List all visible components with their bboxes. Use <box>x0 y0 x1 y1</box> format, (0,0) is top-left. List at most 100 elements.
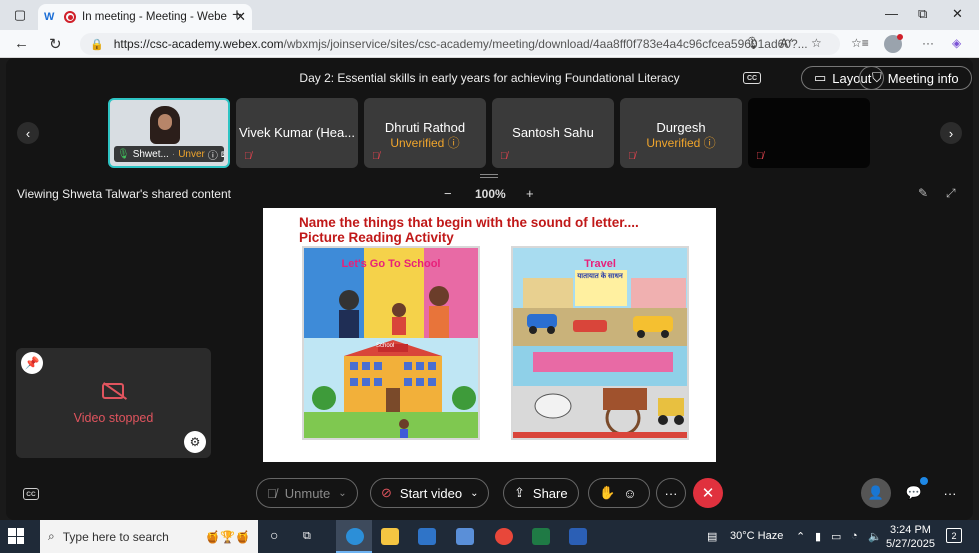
mic-muted-icon: 🎙̸ <box>267 485 277 501</box>
participant-tile[interactable]: Dhruti Rathod Unverified ⓘ 🎙̸ <box>364 98 486 168</box>
picture-title: Let's Go To School <box>341 258 441 270</box>
word-icon[interactable] <box>569 528 587 545</box>
fullscreen-icon[interactable]: ⤢ <box>946 186 956 201</box>
share-icon: ⇪ <box>514 485 525 500</box>
refresh-icon[interactable]: ↻ <box>49 35 62 53</box>
participant-tile-self[interactable]: 🎙 Shwet... · Unver ⓘ ⧈ <box>108 98 230 168</box>
address-bar-row: ← ↻ 🔒 https://csc-academy.webex.com /wbx… <box>0 30 979 58</box>
participant-tile[interactable]: 🎙̸ <box>748 98 870 168</box>
recording-icon <box>64 11 76 23</box>
gear-icon[interactable]: ⚙ <box>184 431 206 453</box>
participant-name: Santosh Sahu <box>512 125 594 140</box>
browser-tab-bar: ▢ W In meeting - Meeting - Webe ✕ + — ⧉ … <box>0 0 979 30</box>
participant-tile[interactable]: Durgesh Unverified ⓘ 🎙̸ <box>620 98 742 168</box>
tray-overflow-icon[interactable]: ⌃ <box>796 530 805 543</box>
profile-avatar[interactable] <box>884 34 903 53</box>
tab-title: In meeting - Meeting - Webe <box>82 11 227 23</box>
unverified-label: Unverified ⓘ <box>390 136 460 150</box>
video-off-icon: ⊘ <box>381 485 392 500</box>
cortana-icon[interactable]: ○ <box>270 527 278 543</box>
volume-icon[interactable]: 🔈 <box>868 530 882 543</box>
store-icon[interactable] <box>456 528 474 545</box>
chrome-icon[interactable] <box>495 528 513 545</box>
start-button[interactable] <box>8 528 24 544</box>
mic-on-icon: 🎙 <box>117 148 130 160</box>
network-icon[interactable]: ▭ <box>831 530 841 543</box>
mail-icon[interactable] <box>418 528 436 545</box>
zoom-out-button[interactable]: − <box>444 186 452 201</box>
reactions-group: ✋ ☺ <box>588 478 650 508</box>
task-view-icon[interactable]: ⧉ <box>303 530 311 543</box>
taskbar-search[interactable]: ⌕ Type here to search 🍯🏆🍯 <box>40 520 258 553</box>
mic-muted-icon: 🎙̸ <box>372 151 380 162</box>
more-panels-button[interactable]: ··· <box>935 478 965 508</box>
participant-tile[interactable]: Vivek Kumar (Hea... 🎙̸ <box>236 98 358 168</box>
resize-handle[interactable] <box>480 174 498 178</box>
pin-icon[interactable]: 📌 <box>21 352 43 374</box>
unverified-label: Unverified ⓘ <box>646 136 716 150</box>
back-icon[interactable]: ← <box>14 35 29 52</box>
tab-actions-icon[interactable]: ▢ <box>5 0 35 30</box>
video-status: Video stopped <box>73 411 154 425</box>
favorites-icon[interactable]: ☆≡ <box>851 36 869 50</box>
chevron-down-icon[interactable]: ⌄ <box>470 488 478 499</box>
search-highlight-icon: 🍯🏆🍯 <box>205 529 250 544</box>
unmute-button[interactable]: 🎙̸ Unmute ⌄ <box>256 478 358 508</box>
search-placeholder: Type here to search <box>62 529 169 544</box>
start-video-button[interactable]: ⊘ Start video ⌄ <box>370 478 490 508</box>
share-button[interactable]: ⇪ Share <box>503 478 579 508</box>
zoom-in-button[interactable]: + <box>526 186 534 201</box>
self-video-panel: 📌 Video stopped ⚙ <box>16 348 211 458</box>
mic-muted-icon: 🎙̸ <box>628 151 636 162</box>
picture-title: Travel <box>584 258 616 270</box>
annotate-icon[interactable]: ✎ <box>918 186 928 200</box>
copilot-icon[interactable]: ◈ <box>952 36 961 50</box>
raise-hand-icon[interactable]: ✋ <box>599 485 615 501</box>
next-participants-button[interactable]: › <box>940 122 962 144</box>
more-options-button[interactable]: ··· <box>656 478 686 508</box>
edge-icon <box>346 528 364 545</box>
lock-icon: 🔒 <box>90 38 104 51</box>
slide-subheading: Picture Reading Activity <box>299 230 454 245</box>
clock-date: 5/27/2025 <box>886 538 935 550</box>
url-field[interactable]: 🔒 https://csc-academy.webex.com /wbxmjs/… <box>80 33 840 55</box>
clock-time: 3:24 PM <box>889 524 931 536</box>
new-tab-button[interactable]: + <box>232 5 242 25</box>
video-off-icon <box>102 383 124 399</box>
minimize-icon[interactable]: — <box>885 6 898 21</box>
url-host: https://csc-academy.webex.com <box>113 37 284 51</box>
closed-captions-icon[interactable]: CC <box>743 72 761 84</box>
close-window-icon[interactable]: ✕ <box>952 6 963 22</box>
start-video-label: Start video <box>399 485 463 501</box>
location-icon[interactable]: ◔ <box>851 530 858 542</box>
meeting-info-button[interactable]: ⛉ Meeting info <box>859 66 972 90</box>
favorite-star-icon[interactable]: ☆ <box>811 36 822 50</box>
participant-video <box>150 106 180 144</box>
participants-button[interactable]: 👤 <box>861 478 891 508</box>
school-sign: School <box>376 343 395 349</box>
usb-icon[interactable]: ▮ <box>815 530 821 543</box>
weather-text[interactable]: 30°C Haze <box>730 530 783 542</box>
leave-meeting-button[interactable]: ✕ <box>693 478 723 508</box>
participant-label: 🎙 Shwet... · Unver ⓘ ⧈ <box>114 146 224 162</box>
browser-tab[interactable]: W In meeting - Meeting - Webe ✕ <box>38 4 252 30</box>
taskbar-clock[interactable]: 3:24 PM 5/27/2025 <box>886 523 935 551</box>
notifications-icon[interactable]: 2 <box>946 528 962 543</box>
file-explorer-icon[interactable] <box>381 528 399 545</box>
read-aloud-icon[interactable]: Aᐟ <box>780 36 793 50</box>
prev-participants-button[interactable]: ‹ <box>17 122 39 144</box>
travel-picture: Travel यातायात के साधन <box>511 246 689 440</box>
more-menu-icon[interactable]: ··· <box>922 36 934 50</box>
weather-icon[interactable]: ▤ <box>707 530 717 543</box>
chat-notification-badge <box>920 477 928 485</box>
excel-icon[interactable] <box>532 528 550 545</box>
participant-tile[interactable]: Santosh Sahu 🎙̸ <box>492 98 614 168</box>
captions-icon[interactable]: CC <box>23 488 39 500</box>
restore-icon[interactable]: ⧉ <box>918 6 927 22</box>
mic-icon[interactable]: 🎙 <box>745 36 760 50</box>
info-icon: ⓘ <box>207 150 218 162</box>
reactions-icon[interactable]: ☺ <box>623 486 636 501</box>
chevron-down-icon[interactable]: ⌄ <box>338 488 346 499</box>
participant-name: Shwet... <box>132 148 169 160</box>
participant-name: Vivek Kumar (Hea... <box>238 125 356 140</box>
